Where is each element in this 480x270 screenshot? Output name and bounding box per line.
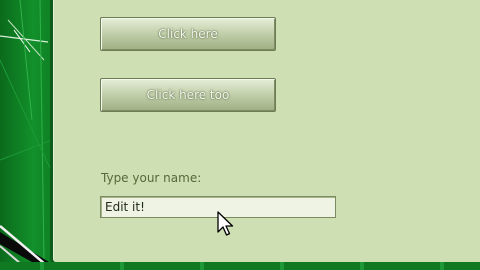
click-here-button[interactable]: Click here (100, 17, 276, 51)
click-here-too-button[interactable]: Click here too (100, 78, 276, 112)
mouse-pointer-icon (217, 211, 234, 236)
bottom-backdrop-strip (0, 262, 480, 270)
name-label: Type your name: (101, 171, 202, 185)
